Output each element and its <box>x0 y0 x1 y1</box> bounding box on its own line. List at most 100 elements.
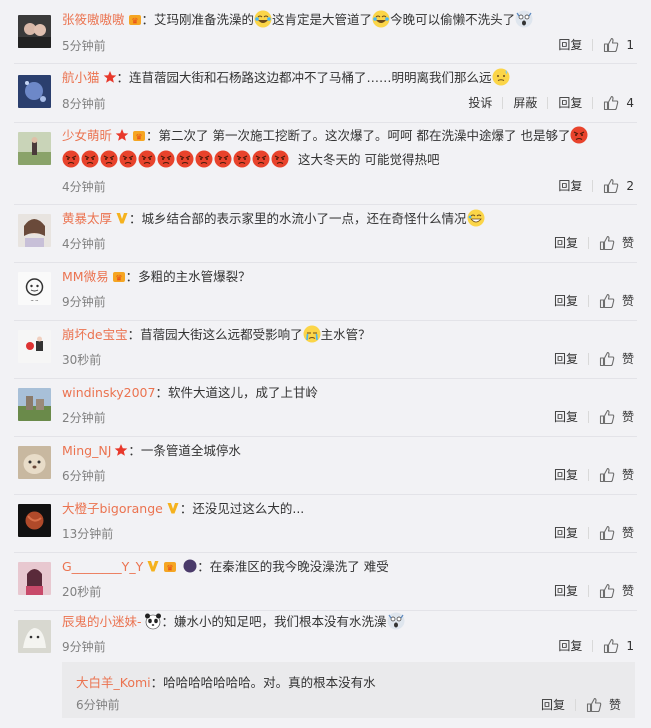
comment-item: Ming_NJ ：一条管道全城停水 6分钟前 回复 赞 <box>0 437 651 495</box>
like-button[interactable]: 赞 <box>599 582 634 599</box>
panda-emoji <box>144 612 162 630</box>
comment-time: 4分钟前 <box>62 237 106 251</box>
username[interactable]: 少女萌昕 <box>62 128 112 143</box>
like-label: 赞 <box>621 352 634 366</box>
comment-text: 城乡结合部的表示家里的水流小了一点，还在奇怪什么情况 <box>141 211 467 226</box>
username[interactable]: 黄暴太厚 <box>62 211 112 226</box>
like-button[interactable]: 赞 <box>586 696 621 713</box>
reply-button[interactable]: 回复 <box>554 524 578 541</box>
like-button[interactable]: 4 <box>603 95 634 111</box>
angry-emoji <box>119 150 137 168</box>
comment-time: 9分钟前 <box>62 640 106 654</box>
avatar[interactable] <box>18 620 51 653</box>
like-button[interactable]: 1 <box>603 638 634 654</box>
like-label: 赞 <box>621 584 634 598</box>
avatar[interactable] <box>18 562 51 595</box>
comment-item: 大橙子bigorange ：还没见过这么大的... 13分钟前 回复 赞 <box>0 495 651 553</box>
comment-text: 嫌水小的知足吧，我们根本没有水洗澡 <box>174 614 387 629</box>
comment-item: 航小猫 ：连苜蓿园大街和石杨路这边都冲不了马桶了……明明离我们那么远 8分钟前 投… <box>0 64 651 123</box>
angry-emoji <box>81 150 99 168</box>
sweat-emoji <box>492 68 510 86</box>
comment-text: 多粗的主水管爆裂？ <box>138 269 251 284</box>
vip-crown-icon[interactable]: ♛ <box>112 268 126 283</box>
vip-crown-icon[interactable]: ♛ <box>163 558 177 573</box>
avatar[interactable] <box>18 504 51 537</box>
like-label: 赞 <box>621 468 634 482</box>
like-button[interactable]: 赞 <box>599 234 634 251</box>
like-button[interactable]: 赞 <box>599 292 634 309</box>
reply-button[interactable]: 回复 <box>558 36 582 53</box>
like-count: 1 <box>626 638 634 653</box>
avatar[interactable] <box>18 75 51 108</box>
star-badge-icon[interactable] <box>103 69 117 83</box>
vip-crown-icon[interactable]: ♛ <box>132 126 146 142</box>
grin-emoji <box>467 209 485 227</box>
like-button[interactable]: 2 <box>603 178 634 194</box>
avatar[interactable] <box>18 388 51 421</box>
thumbs-up-icon <box>599 525 615 540</box>
username[interactable]: windinsky2007 <box>62 385 155 400</box>
comment-time: 20秒前 <box>62 585 102 599</box>
like-count: 4 <box>626 95 634 110</box>
reply-button[interactable]: 回复 <box>554 234 578 251</box>
comment-time: 2分钟前 <box>62 411 106 425</box>
block-button[interactable]: 屏蔽 <box>513 94 537 111</box>
username[interactable]: Ming_NJ <box>62 443 111 458</box>
night-badge-icon[interactable] <box>183 558 197 573</box>
verified-v-icon[interactable] <box>166 500 180 514</box>
avatar[interactable] <box>18 446 51 479</box>
username[interactable]: MM微易 <box>62 269 109 284</box>
comment-time: 6分钟前 <box>62 469 106 483</box>
thumbs-up-icon <box>586 697 602 712</box>
avatar[interactable] <box>18 214 51 247</box>
reply-button[interactable]: 回复 <box>554 350 578 367</box>
username[interactable]: 崩坏de宝宝 <box>62 327 128 342</box>
reply-button[interactable]: 回复 <box>554 292 578 309</box>
thumbs-up-icon <box>599 235 615 250</box>
like-button[interactable]: 赞 <box>599 466 634 483</box>
reply-button[interactable]: 回复 <box>558 94 582 111</box>
comment-time: 4分钟前 <box>62 180 106 194</box>
reply-text: 哈哈哈哈哈哈哈。对。真的根本没有水 <box>163 675 376 690</box>
comment-text-2: 主水管？ <box>320 327 371 342</box>
reply-username[interactable]: 大白羊_Komi <box>76 675 151 690</box>
angry-emoji-row <box>62 150 290 168</box>
verified-v-icon[interactable] <box>146 558 160 572</box>
shocked-emoji <box>387 612 405 630</box>
username[interactable]: 大橙子bigorange <box>62 501 163 516</box>
like-button[interactable]: 赞 <box>599 524 634 541</box>
username[interactable]: 辰鬼的小迷妹- <box>62 614 142 629</box>
avatar[interactable]: ~ ~ <box>18 272 51 305</box>
like-button[interactable]: 赞 <box>599 408 634 425</box>
reply-button[interactable]: 回复 <box>554 466 578 483</box>
svg-text:♛: ♛ <box>167 564 174 573</box>
angry-emoji <box>176 150 194 168</box>
report-button[interactable]: 投诉 <box>468 94 492 111</box>
username[interactable]: 张筱嗷嗷嗷 <box>62 12 125 27</box>
like-button[interactable]: 赞 <box>599 350 634 367</box>
reply-button[interactable]: 回复 <box>558 637 582 654</box>
reply-button[interactable]: 回复 <box>554 582 578 599</box>
avatar[interactable] <box>18 132 51 165</box>
avatar[interactable] <box>18 330 51 363</box>
reply-button[interactable]: 回复 <box>554 408 578 425</box>
username[interactable]: 航小猫 <box>62 70 100 85</box>
username[interactable]: G________Y_Y <box>62 559 143 574</box>
thumbs-up-icon <box>604 178 619 193</box>
thumbs-up-icon <box>599 583 615 598</box>
svg-text:♛: ♛ <box>115 274 122 283</box>
comment-item: G________Y_Y ♛ ：在秦淮区的我今晚没澡洗了 难受 20秒前 回复 赞 <box>0 553 651 611</box>
angry-emoji <box>252 150 270 168</box>
avatar[interactable] <box>18 15 51 48</box>
star-badge-icon[interactable] <box>115 126 129 141</box>
reply-button[interactable]: 回复 <box>558 177 582 194</box>
verified-v-icon[interactable] <box>115 210 129 224</box>
angry-emoji <box>271 150 289 168</box>
vip-crown-icon[interactable]: ♛ <box>128 11 142 26</box>
comment-time: 9分钟前 <box>62 295 106 309</box>
like-label: 赞 <box>621 526 634 540</box>
comment-time: 30秒前 <box>62 353 102 367</box>
reply-button[interactable]: 回复 <box>541 696 565 713</box>
like-button[interactable]: 1 <box>603 37 634 53</box>
star-badge-icon[interactable] <box>114 442 128 456</box>
